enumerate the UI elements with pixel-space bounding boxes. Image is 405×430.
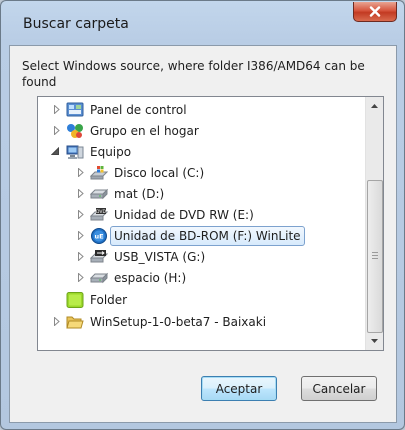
tree-item-label: Unidad de DVD RW (E:) — [114, 207, 254, 222]
close-icon — [369, 6, 381, 17]
scroll-up-button[interactable] — [367, 98, 382, 114]
browse-folder-dialog: Buscar carpeta Select Windows source, wh… — [0, 0, 405, 430]
cancel-button[interactable]: Cancelar — [301, 376, 377, 401]
folder-tree-content: Panel de control Grupo en el hogar Equip… — [38, 97, 365, 350]
tree-item-label: Panel de control — [90, 102, 187, 117]
close-button[interactable] — [353, 2, 397, 22]
scrollbar-thumb[interactable] — [367, 180, 383, 333]
tree-item-disco-local-c[interactable]: Disco local (C:) — [38, 162, 358, 183]
windows-drive-icon — [90, 165, 108, 181]
hard-drive-icon — [90, 270, 108, 286]
tree-item-mat-d[interactable]: mat (D:) — [38, 183, 358, 204]
expand-arrow-icon[interactable] — [76, 210, 85, 219]
folder-icon — [66, 314, 84, 330]
green-folder-icon — [66, 291, 84, 308]
usb-drive-icon — [90, 249, 108, 265]
tree-item-grupo-en-el-hogar[interactable]: Grupo en el hogar — [38, 120, 358, 141]
scroll-up-arrow-icon — [371, 104, 378, 108]
tree-item-label: Unidad de BD-ROM (F:) WinLite — [110, 225, 305, 246]
expand-arrow-icon[interactable] — [76, 273, 85, 282]
tree-item-unidad-de-bd-rom-f[interactable]: uE Unidad de BD-ROM (F:) WinLite — [38, 225, 358, 246]
homegroup-icon — [66, 123, 84, 139]
collapse-arrow-icon[interactable] — [51, 147, 60, 156]
hard-drive-icon — [90, 186, 108, 202]
tree-item-equipo[interactable]: Equipo — [38, 141, 358, 162]
tree-item-panel-de-control[interactable]: Panel de control — [38, 99, 358, 120]
expand-arrow-icon[interactable] — [52, 126, 61, 135]
control-panel-icon — [66, 102, 84, 118]
instructions-text: Select Windows source, where folder I386… — [22, 59, 365, 89]
window-title: Buscar carpeta — [23, 16, 129, 32]
grip-line — [372, 255, 378, 256]
scroll-down-arrow-icon — [371, 339, 378, 343]
vertical-scrollbar[interactable] — [365, 97, 383, 350]
svg-text:uE: uE — [94, 232, 103, 240]
tree-item-winsetup-baixaki[interactable]: WinSetup-1-0-beta7 - Baixaki — [38, 311, 358, 332]
dvd-drive-icon: DVD — [90, 207, 108, 223]
expand-arrow-icon[interactable] — [76, 189, 85, 198]
svg-text:DVD: DVD — [96, 209, 106, 215]
title-bar[interactable]: Buscar carpeta — [1, 1, 404, 45]
tree-item-label: mat (D:) — [114, 186, 165, 201]
dialog-body: Select Windows source, where folder I386… — [9, 45, 397, 423]
tree-item-label: Grupo en el hogar — [90, 123, 199, 138]
tree-item-label: Disco local (C:) — [114, 165, 205, 180]
tree-item-usb-vista-g[interactable]: USB_VISTA (G:) — [38, 246, 358, 267]
expand-arrow-icon[interactable] — [76, 252, 85, 261]
expand-arrow-icon[interactable] — [52, 317, 61, 326]
computer-icon — [66, 144, 84, 160]
tree-item-folder[interactable]: Folder — [38, 289, 358, 310]
expand-arrow-icon[interactable] — [52, 105, 61, 114]
bd-rom-disc-icon: uE — [90, 227, 108, 244]
scroll-down-button[interactable] — [367, 333, 382, 349]
tree-item-label: Equipo — [90, 144, 132, 159]
tree-item-label: espacio (H:) — [114, 270, 187, 285]
tree-item-label: USB_VISTA (G:) — [114, 249, 206, 264]
grip-line — [372, 252, 378, 253]
tree-item-label: Folder — [90, 292, 128, 307]
grip-line — [372, 258, 378, 259]
expand-arrow-icon[interactable] — [76, 168, 85, 177]
folder-tree[interactable]: Panel de control Grupo en el hogar Equip… — [37, 96, 384, 351]
tree-item-unidad-de-dvd-rw-e[interactable]: DVD Unidad de DVD RW (E:) — [38, 204, 358, 225]
expand-arrow-icon[interactable] — [76, 231, 85, 240]
tree-item-espacio-h[interactable]: espacio (H:) — [38, 267, 358, 288]
accept-button[interactable]: Aceptar — [201, 376, 277, 401]
tree-item-label: WinSetup-1-0-beta7 - Baixaki — [90, 314, 267, 329]
